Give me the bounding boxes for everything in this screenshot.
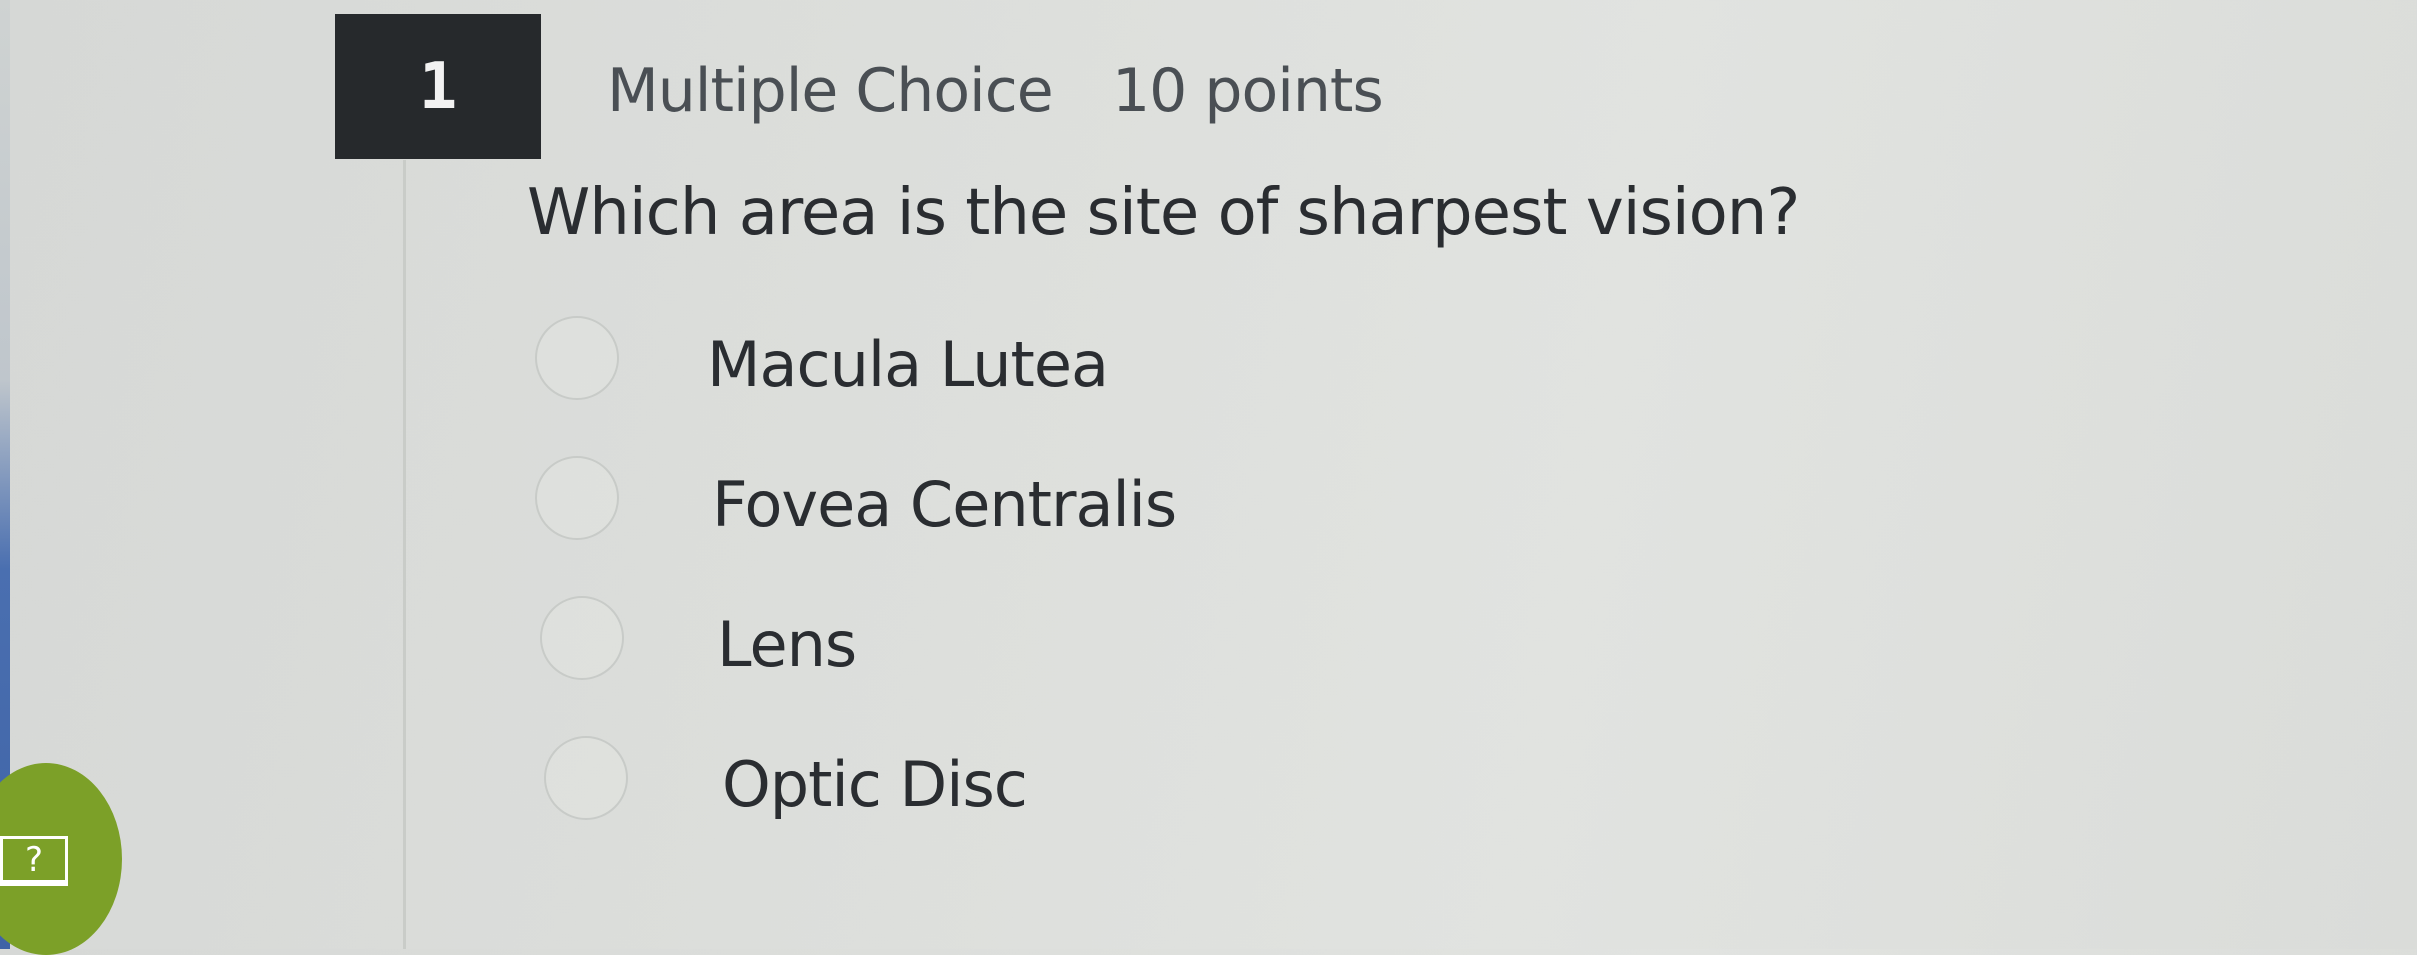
question-text: Which area is the site of sharpest visio… xyxy=(527,176,1800,250)
radio-button[interactable] xyxy=(540,596,624,680)
question-points-label: 10 points xyxy=(1112,56,1384,126)
question-divider xyxy=(403,160,406,949)
answer-option-label[interactable]: Macula Lutea xyxy=(707,328,1109,401)
question-number-badge: 1 xyxy=(335,14,541,159)
question-type-label: Multiple Choice xyxy=(607,56,1054,126)
answer-option-label[interactable]: Optic Disc xyxy=(722,748,1028,821)
answer-option-label[interactable]: Lens xyxy=(717,608,857,681)
radio-button[interactable] xyxy=(535,316,619,400)
answer-option-optic-disc[interactable]: Optic Disc xyxy=(535,728,1435,828)
answer-option-lens[interactable]: Lens xyxy=(535,588,1435,688)
radio-button[interactable] xyxy=(535,456,619,540)
answer-option-fovea-centralis[interactable]: Fovea Centralis xyxy=(535,448,1435,548)
radio-button[interactable] xyxy=(544,736,628,820)
answer-option-label[interactable]: Fovea Centralis xyxy=(712,468,1177,541)
question-mark-icon[interactable]: ? xyxy=(0,836,68,886)
answer-option-macula-lutea[interactable]: Macula Lutea xyxy=(535,308,1435,408)
